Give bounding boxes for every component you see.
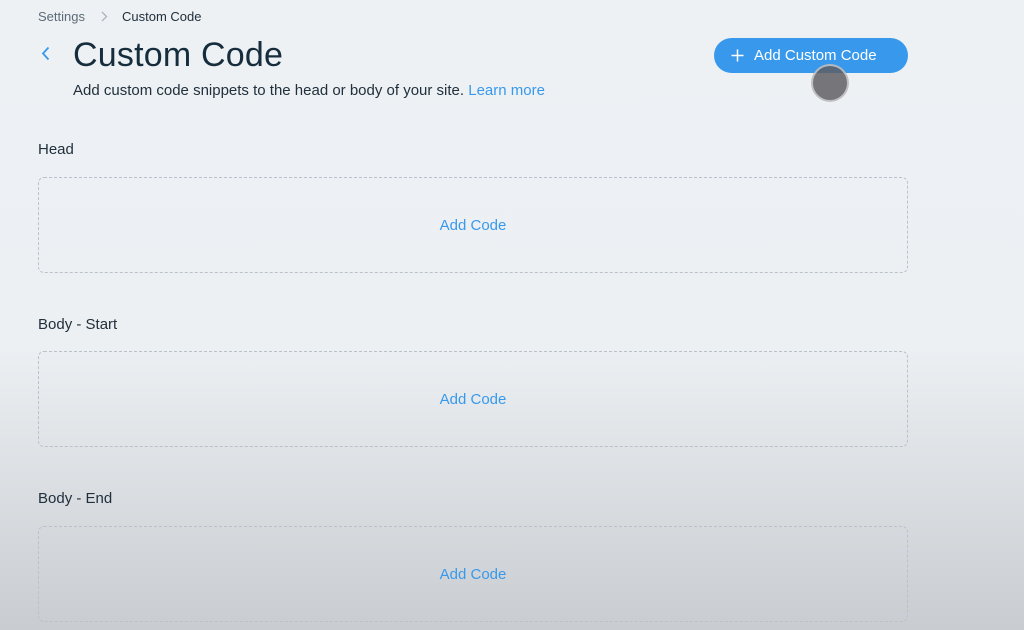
add-code-body-start-label: Add Code: [439, 390, 507, 408]
learn-more-link[interactable]: Learn more: [468, 82, 545, 99]
page-subtitle: Add custom code snippets to the head or …: [73, 82, 545, 99]
chevron-right-icon: [101, 11, 108, 22]
breadcrumb: Settings Custom Code: [38, 9, 201, 24]
add-code-body-end-box[interactable]: Add Code: [38, 526, 908, 622]
add-custom-code-label: Add Custom Code: [754, 47, 877, 64]
subtitle-text: Add custom code snippets to the head or …: [73, 82, 465, 99]
back-button[interactable]: [36, 46, 54, 66]
add-code-head-label: Add Code: [439, 216, 507, 234]
section-label-body-start: Body - Start: [38, 316, 118, 333]
section-label-head: Head: [38, 141, 74, 158]
add-code-body-end-label: Add Code: [439, 565, 507, 583]
section-label-body-end: Body - End: [38, 490, 113, 507]
add-custom-code-button[interactable]: Add Custom Code: [714, 38, 908, 73]
page-title: Custom Code: [73, 36, 284, 74]
breadcrumb-current: Custom Code: [121, 9, 202, 24]
add-code-head-box[interactable]: Add Code: [38, 177, 908, 273]
plus-icon: [730, 49, 744, 63]
chevron-left-icon: [41, 46, 50, 66]
add-code-body-start-box[interactable]: Add Code: [38, 351, 908, 447]
breadcrumb-settings-link[interactable]: Settings: [38, 9, 85, 24]
